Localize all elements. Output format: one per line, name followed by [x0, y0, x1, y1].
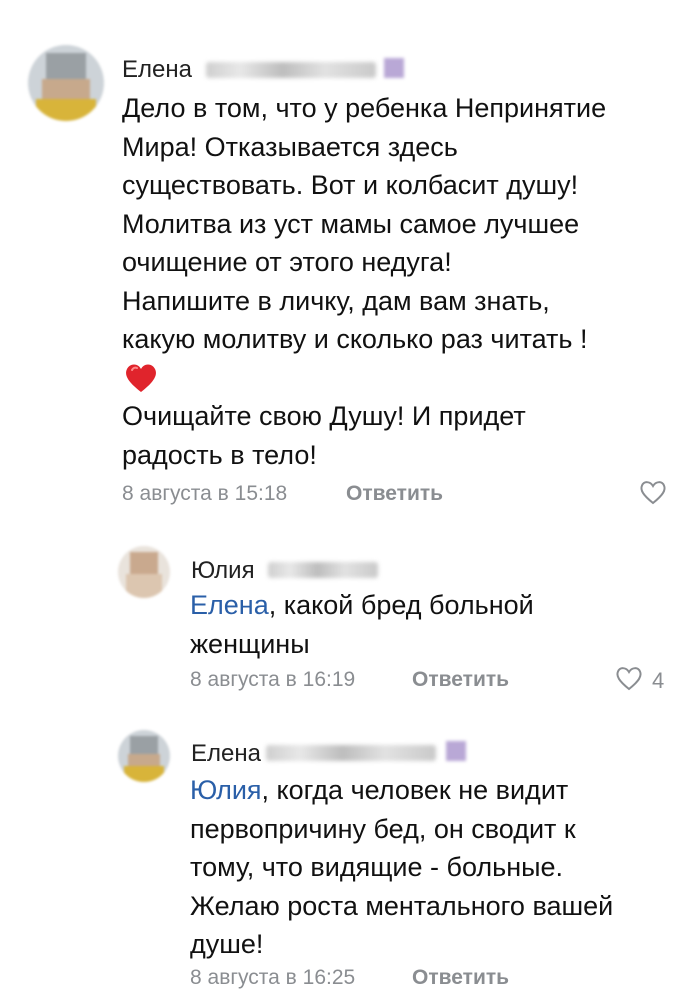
blurred-emoji [384, 58, 404, 78]
comment-text-after: Очищайте свою Душу! И придет радость в т… [122, 401, 526, 470]
author-name[interactable]: Елена [191, 740, 261, 768]
blurred-emoji [446, 741, 466, 761]
reply-button[interactable]: Ответить [346, 482, 443, 506]
red-heart-emoji [126, 364, 156, 392]
author-name[interactable]: Елена [122, 56, 192, 84]
like-count: 4 [652, 668, 665, 693]
avatar[interactable] [118, 730, 170, 782]
comment-text: Елена, какой бред больной женщины [190, 590, 534, 659]
comment-date[interactable]: 8 августа в 16:19 [190, 668, 355, 692]
mention-link[interactable]: Юлия [190, 775, 262, 805]
comment-date[interactable]: 8 августа в 16:25 [190, 966, 355, 990]
blurred-surname [266, 745, 436, 761]
reply-button[interactable]: Ответить [412, 966, 509, 990]
comment-date[interactable]: 8 августа в 15:18 [122, 482, 287, 506]
heart-outline-icon[interactable] [638, 478, 668, 506]
author-name[interactable]: Юлия [191, 557, 255, 585]
blurred-surname [268, 562, 378, 578]
heart-outline-icon[interactable] [614, 664, 644, 692]
avatar[interactable] [118, 546, 170, 598]
comment-text: Юлия, когда человек не видит первопричин… [190, 775, 614, 959]
avatar[interactable] [28, 45, 104, 121]
blurred-surname [206, 62, 376, 78]
reply-button[interactable]: Ответить [412, 668, 509, 692]
mention-link[interactable]: Елена [190, 590, 269, 620]
comment-text: Дело в том, что у ребенка Непринятие Мир… [122, 93, 607, 354]
